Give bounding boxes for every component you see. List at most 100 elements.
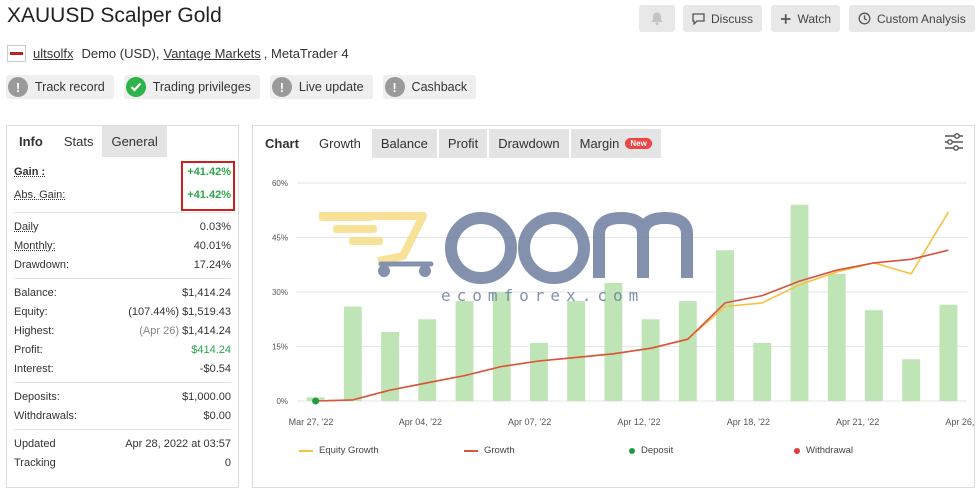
tab-drawdown[interactable]: Drawdown [489,129,569,158]
tab-margin[interactable]: Margin New [570,129,661,158]
abs-gain-label[interactable]: Abs. Gain: [14,189,65,201]
legend-dot-deposit [629,447,635,454]
clock-icon [858,12,871,25]
deposits-row: Deposits: $1,000.00 [14,387,231,406]
bar [902,359,921,401]
growth-chart: 0% 15% 30% 45% 60% ecomforex.com Mar 27, '22 Ap… [272,179,974,427]
custom-analysis-label: Custom Analysis [877,11,966,26]
growth-line [315,249,949,402]
new-badge: New [625,138,652,149]
user-link[interactable]: ultsolfx [33,46,73,61]
broker-logo [7,44,26,62]
tab-general[interactable]: General [102,126,167,157]
bar [865,310,883,401]
sliders-icon[interactable] [944,133,964,151]
badge-label: Cashback [411,80,468,94]
tracking-row: Tracking 0 [14,453,231,472]
bar [753,342,772,401]
legend-deposit[interactable]: Deposit [629,445,794,456]
badge-cashback[interactable]: ! Cashback [382,75,477,99]
divider [14,212,231,213]
account-type: Demo (USD), [81,45,160,61]
tab-chart[interactable]: Chart [256,129,308,158]
tab-stats[interactable]: Stats [54,126,103,157]
legend-growth[interactable]: Growth [464,445,629,456]
legend-equity-growth[interactable]: Equity Growth [299,445,464,456]
discuss-label: Discuss [710,11,753,26]
highest-date: (Apr 26) [139,324,179,337]
drawdown-value: 17.24% [193,258,231,271]
updated-label: Updated [14,437,56,450]
drawdown-label: Drawdown: [14,258,70,271]
bar [827,273,846,401]
equity-row: Equity: (107.44%) $1,519.43 [14,302,231,321]
gain-label[interactable]: Gain : [14,166,45,178]
page-title: XAUUSD Scalper Gold [7,4,222,27]
custom-analysis-button[interactable]: Custom Analysis [849,5,975,32]
profit-label: Profit: [14,343,43,356]
x-tick-label: Apr 18, '22 [727,417,770,427]
watermark-mark [593,211,693,278]
notify-button[interactable] [639,5,675,32]
badge-live-update[interactable]: ! Live update [269,75,373,99]
badge-label: Live update [298,80,364,94]
equity-value: $1,519.43 [182,305,231,318]
y-tick-label: 15% [272,343,288,352]
badge-track-record[interactable]: ! Track record [6,75,114,99]
x-tick-label: Apr 21, '22 [836,417,879,427]
gain-highlight-box [181,161,235,211]
tab-info[interactable]: Info [7,126,55,157]
tab-balance[interactable]: Balance [371,129,437,158]
exclamation-icon: ! [384,77,405,97]
bar [455,301,474,401]
legend-withdrawal[interactable]: Withdrawal [794,445,959,456]
exclamation-icon: ! [271,77,292,97]
balance-value: $1,414.24 [182,286,231,299]
y-tick-label: 60% [272,179,288,188]
balance-row: Balance: $1,414.24 [14,283,231,302]
legend-label: Deposit [641,445,674,456]
divider [14,429,231,430]
tracking-label: Tracking [14,456,56,469]
profit-value: $414.24 [191,343,231,356]
tab-profit[interactable]: Profit [438,129,488,158]
watermark-text: ecomforex.com [441,286,644,305]
drawdown-row: Drawdown: 17.24% [14,255,231,274]
legend-dot-withdrawal [794,447,800,454]
watermark-mark [419,265,431,277]
exclamation-icon: ! [8,77,28,97]
badge-trading-privileges[interactable]: Trading privileges [123,75,260,99]
check-icon [125,77,146,97]
bar [678,301,697,401]
monthly-value: 40.01% [193,239,231,252]
equity-percent: (107.44%) [128,305,179,318]
chart-panel: 0% 15% 30% 45% 60% ecomforex.com Mar 27, '22 Ap… [252,125,975,488]
badge-label: Trading privileges [152,80,251,94]
monthly-label[interactable]: Monthly: [14,240,56,252]
withdrawals-value: $0.00 [203,409,231,422]
bar [567,301,586,401]
chat-icon [692,12,705,25]
watermark-mark [518,212,590,284]
discuss-button[interactable]: Discuss [683,5,762,32]
x-tick-label: Apr 07, '22 [508,417,551,427]
y-tick-label: 0% [276,397,288,406]
monthly-row: Monthly: 40.01% [14,236,231,255]
watermark-mark [445,212,517,284]
legend-label: Growth [484,445,515,456]
broker-link[interactable]: Vantage Markets [163,46,260,61]
tab-growth[interactable]: Growth [309,129,370,158]
divider [14,382,231,383]
status-badges: ! Track record Trading privileges ! Live… [6,75,477,99]
x-tick-label: Mar 27, '22 [289,417,334,427]
watch-label: Watch [797,11,831,26]
watch-button[interactable]: Watch [771,5,840,32]
daily-label[interactable]: Daily [14,221,38,233]
info-tabs: Info Stats General [7,126,238,157]
interest-row: Interest: -$0.54 [14,359,231,378]
daily-value: 0.03% [199,220,231,233]
highest-label: Highest: [14,324,55,337]
x-tick-label: Apr 26, '22 [945,417,974,427]
bar [939,304,958,401]
chart-tabs: Chart Growth Balance Profit Drawdown Mar… [256,129,663,158]
